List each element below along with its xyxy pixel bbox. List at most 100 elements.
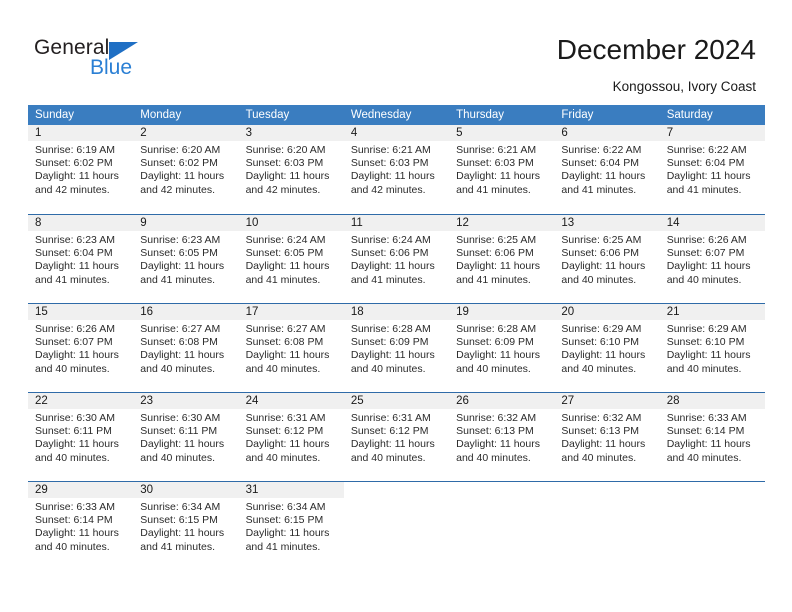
calendar-day-cell[interactable]: 15 Sunrise: 6:26 AM Sunset: 6:07 PM Dayligh… [28,304,134,392]
calendar-day-cell[interactable]: 22 Sunrise: 6:30 AM Sunset: 6:11 PM Dayligh… [28,393,134,481]
day-detail-sunrise: Sunrise: 6:27 AM [245,323,326,335]
calendar-day-cell[interactable]: 10 Sunrise: 6:24 AM Sunset: 6:05 PM Dayligh… [238,215,344,303]
calendar-day-cell[interactable]: 16 Sunrise: 6:27 AM Sunset: 6:08 PM Dayligh… [133,304,239,392]
day-detail-daylight2: and 40 minutes. [140,451,215,464]
calendar-day-cell[interactable]: 3 Sunrise: 6:20 AM Sunset: 6:03 PM Daylight… [238,125,344,214]
day-number: 5 [449,125,555,141]
day-number: 23 [133,393,239,409]
calendar-day-cell[interactable]: 28 Sunrise: 6:33 AM Sunset: 6:14 PM Dayligh… [659,393,765,481]
day-detail-daylight1: Daylight: 11 hours [561,170,646,183]
day-detail-sunset: Sunset: 6:02 PM [140,157,218,170]
day-number: 20 [554,304,660,320]
day-detail-sunrise: Sunrise: 6:33 AM [35,501,115,513]
day-number: 28 [659,393,765,409]
day-detail-daylight2: and 40 minutes. [666,451,742,464]
logo-text-blue: Blue [90,56,133,79]
page-subtitle-location: Kongossou, Ivory Coast [612,79,756,94]
calendar-day-cell[interactable]: 17 Sunrise: 6:27 AM Sunset: 6:08 PM Dayligh… [238,304,344,392]
day-detail-daylight1: Daylight: 11 hours [35,349,119,362]
day-detail-sunset: Sunset: 6:10 PM [666,336,745,349]
calendar-page: General Blue December 2024 Kongossou, Iv… [0,0,792,612]
calendar-day-cell[interactable]: 6 Sunrise: 6:22 AM Sunset: 6:04 PM Daylight… [554,125,660,214]
day-number: 1 [28,125,134,141]
calendar-day-cell[interactable]: 27 Sunrise: 6:32 AM Sunset: 6:13 PM Dayligh… [554,393,660,481]
day-detail-sunset: Sunset: 6:06 PM [350,247,429,260]
day-detail-sunset: Sunset: 6:02 PM [35,157,113,170]
calendar-day-cell[interactable]: 7 Sunrise: 6:22 AM Sunset: 6:04 PM Daylight… [659,125,765,214]
day-details [344,498,449,501]
day-detail-daylight1: Daylight: 11 hours [350,260,435,273]
calendar-day-cell[interactable]: 30 Sunrise: 6:34 AM Sunset: 6:15 PM Dayligh… [133,482,239,570]
day-details: Sunrise: 6:28 AM Sunset: 6:09 PM Daylight:… [449,320,554,376]
day-details: Sunrise: 6:26 AM Sunset: 6:07 PM Daylight:… [660,231,765,287]
day-detail-sunrise: Sunrise: 6:23 AM [140,234,221,246]
calendar-day-cell-empty [449,482,554,570]
day-number [449,482,554,498]
calendar-day-cell[interactable]: 11 Sunrise: 6:24 AM Sunset: 6:06 PM Dayligh… [343,215,450,303]
calendar-day-cell[interactable]: 1 Sunrise: 6:19 AM Sunset: 6:02 PM Daylight… [28,125,134,214]
calendar-table: Sunday Monday Tuesday Wednesday Thursday… [28,105,765,570]
calendar-day-cell[interactable]: 12 Sunrise: 6:25 AM Sunset: 6:06 PM Dayligh… [449,215,555,303]
day-detail-daylight2: and 40 minutes. [35,540,110,553]
calendar-day-cell[interactable]: 26 Sunrise: 6:32 AM Sunset: 6:13 PM Dayligh… [449,393,555,481]
day-detail-sunset: Sunset: 6:03 PM [456,157,534,170]
day-number: 17 [238,304,344,320]
day-detail-daylight1: Daylight: 11 hours [35,260,119,273]
day-detail-daylight1: Daylight: 11 hours [245,527,330,540]
day-detail-daylight1: Daylight: 11 hours [666,260,751,273]
day-details: Sunrise: 6:27 AM Sunset: 6:08 PM Daylight:… [133,320,238,376]
day-number: 12 [449,215,555,231]
day-details: Sunrise: 6:22 AM Sunset: 6:04 PM Daylight:… [660,141,765,197]
day-details: Sunrise: 6:29 AM Sunset: 6:10 PM Daylight:… [660,320,765,376]
day-detail-daylight2: and 41 minutes. [245,273,321,286]
day-detail-daylight1: Daylight: 11 hours [456,349,540,362]
day-details: Sunrise: 6:32 AM Sunset: 6:13 PM Daylight:… [449,409,554,465]
day-detail-sunset: Sunset: 6:11 PM [35,425,112,438]
calendar-day-cell[interactable]: 18 Sunrise: 6:28 AM Sunset: 6:09 PM Dayligh… [343,304,450,392]
calendar-day-cell[interactable]: 31 Sunrise: 6:34 AM Sunset: 6:15 PM Dayligh… [238,482,344,570]
day-detail-sunset: Sunset: 6:14 PM [666,425,745,438]
day-detail-daylight2: and 41 minutes. [245,540,321,553]
day-detail-daylight1: Daylight: 11 hours [140,170,225,183]
day-detail-daylight1: Daylight: 11 hours [35,170,119,183]
day-detail-daylight2: and 40 minutes. [666,273,742,286]
generalblue-logo[interactable]: General Blue [34,36,154,84]
calendar-day-cell[interactable]: 19 Sunrise: 6:28 AM Sunset: 6:09 PM Dayligh… [449,304,555,392]
day-detail-sunrise: Sunrise: 6:24 AM [245,234,326,246]
calendar-day-cell[interactable]: 9 Sunrise: 6:23 AM Sunset: 6:05 PM Daylight… [133,215,239,303]
calendar-day-cell[interactable]: 29 Sunrise: 6:33 AM Sunset: 6:14 PM Dayligh… [28,482,134,570]
day-number: 26 [449,393,555,409]
day-details: Sunrise: 6:30 AM Sunset: 6:11 PM Daylight:… [133,409,238,465]
day-detail-sunset: Sunset: 6:10 PM [561,336,640,349]
weekday-tuesday: Tuesday [245,109,290,121]
day-number: 9 [133,215,239,231]
day-detail-daylight1: Daylight: 11 hours [35,527,119,540]
calendar-day-cell[interactable]: 5 Sunrise: 6:21 AM Sunset: 6:03 PM Daylight… [449,125,555,214]
day-detail-sunset: Sunset: 6:13 PM [456,425,534,438]
day-detail-daylight1: Daylight: 11 hours [140,438,225,451]
day-detail-daylight2: and 41 minutes. [140,540,215,553]
calendar-day-cell[interactable]: 4 Sunrise: 6:21 AM Sunset: 6:03 PM Daylight… [343,125,450,214]
calendar-day-cell[interactable]: 2 Sunrise: 6:20 AM Sunset: 6:02 PM Daylight… [133,125,239,214]
calendar-day-cell[interactable]: 25 Sunrise: 6:31 AM Sunset: 6:12 PM Dayligh… [343,393,450,481]
calendar-day-cell[interactable]: 21 Sunrise: 6:29 AM Sunset: 6:10 PM Dayligh… [659,304,765,392]
day-number: 4 [343,125,450,141]
day-detail-daylight2: and 40 minutes. [35,362,110,375]
calendar-day-cell[interactable]: 13 Sunrise: 6:25 AM Sunset: 6:06 PM Dayligh… [554,215,660,303]
day-detail-daylight1: Daylight: 11 hours [350,349,435,362]
day-number: 3 [238,125,344,141]
calendar-week-row: 15 Sunrise: 6:26 AM Sunset: 6:07 PM Dayligh… [28,303,765,392]
calendar-day-cell[interactable]: 20 Sunrise: 6:29 AM Sunset: 6:10 PM Dayligh… [554,304,660,392]
day-detail-daylight1: Daylight: 11 hours [245,349,330,362]
calendar-day-cell[interactable]: 23 Sunrise: 6:30 AM Sunset: 6:11 PM Dayligh… [133,393,239,481]
day-detail-sunset: Sunset: 6:04 PM [35,247,113,260]
weekday-thursday: Thursday [456,109,505,121]
calendar-day-cell[interactable]: 8 Sunrise: 6:23 AM Sunset: 6:04 PM Daylight… [28,215,134,303]
calendar-day-cell[interactable]: 24 Sunrise: 6:31 AM Sunset: 6:12 PM Dayligh… [238,393,344,481]
day-detail-sunrise: Sunrise: 6:31 AM [245,412,326,424]
day-details: Sunrise: 6:28 AM Sunset: 6:09 PM Daylight:… [344,320,449,376]
day-detail-daylight2: and 42 minutes. [35,183,110,196]
calendar-day-cell[interactable]: 14 Sunrise: 6:26 AM Sunset: 6:07 PM Dayligh… [659,215,765,303]
day-details: Sunrise: 6:25 AM Sunset: 6:06 PM Daylight:… [554,231,659,287]
day-details: Sunrise: 6:20 AM Sunset: 6:02 PM Daylight:… [133,141,238,197]
